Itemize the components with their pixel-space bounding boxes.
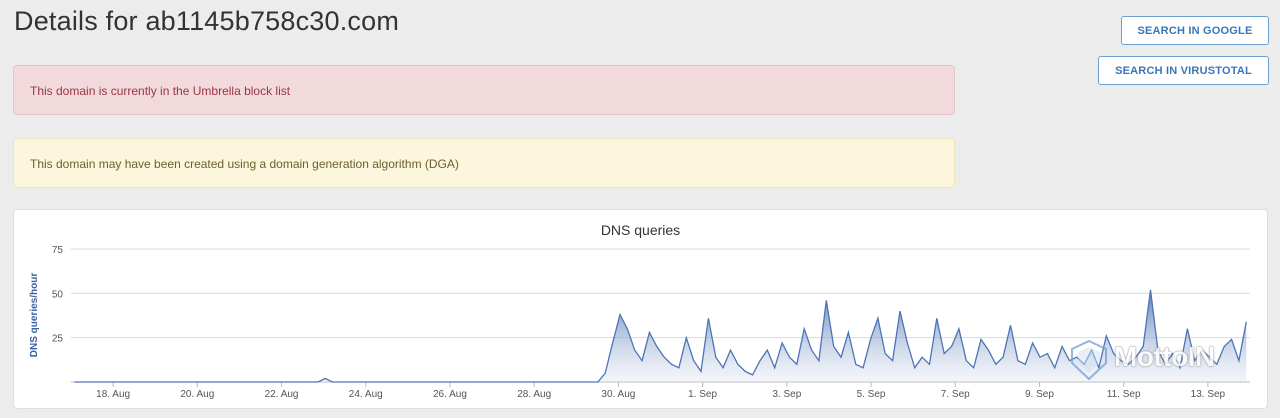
x-tick-label: 22. Aug — [265, 389, 299, 400]
x-tick-label: 5. Sep — [857, 389, 886, 400]
y-axis-label: DNS queries/hour — [29, 273, 40, 358]
x-tick-label: 18. Aug — [96, 389, 130, 400]
x-tick-label: 24. Aug — [349, 389, 383, 400]
watermark-logo: MottoIN — [1064, 335, 1274, 415]
watermark-text: MottoIN — [1114, 341, 1215, 372]
x-tick-label: 26. Aug — [433, 389, 467, 400]
x-tick-label: 20. Aug — [180, 389, 214, 400]
search-virustotal-button[interactable]: SEARCH IN VIRUSTOTAL — [1098, 56, 1269, 85]
search-google-button[interactable]: SEARCH IN GOOGLE — [1121, 16, 1269, 45]
x-tick-label: 7. Sep — [941, 389, 970, 400]
y-tick-label: 50 — [52, 289, 64, 300]
y-tick-label: 25 — [52, 334, 64, 345]
x-tick-label: 9. Sep — [1025, 389, 1054, 400]
x-tick-label: 30. Aug — [601, 389, 635, 400]
x-tick-label: 28. Aug — [517, 389, 551, 400]
page-title: Details for ab1145b758c30.com — [14, 6, 400, 36]
x-tick-label: 1. Sep — [688, 389, 717, 400]
blocklist-alert: This domain is currently in the Umbrella… — [13, 65, 955, 115]
dga-alert: This domain may have been created using … — [13, 138, 955, 188]
x-tick-label: 3. Sep — [772, 389, 801, 400]
y-tick-label: 75 — [52, 245, 64, 256]
shield-icon — [1071, 339, 1107, 381]
